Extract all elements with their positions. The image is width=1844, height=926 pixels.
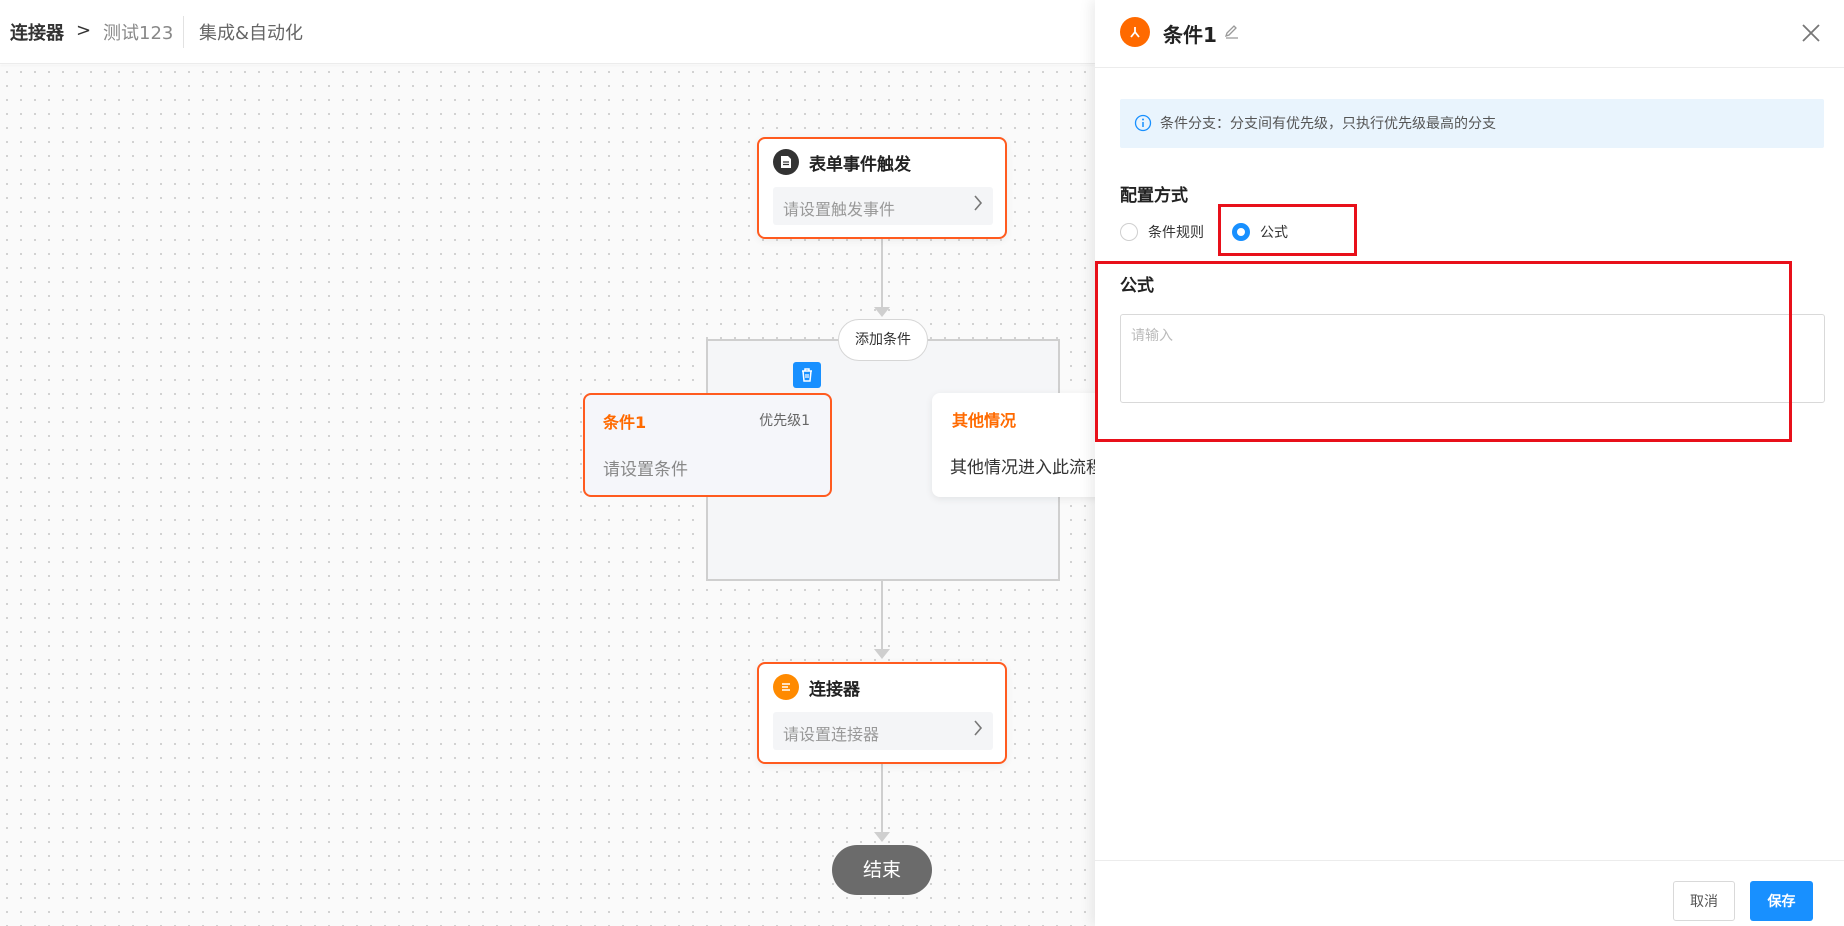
- flow-canvas[interactable]: 表单事件触发 请设置触发事件 添加条件 条件1 优先级1 请设置条件 其他情况 …: [0, 65, 1095, 926]
- info-text: 条件分支：分支间有优先级，只执行优先级最高的分支: [1160, 116, 1496, 132]
- branch-icon: [1120, 17, 1150, 47]
- branch-line: [706, 339, 708, 395]
- radio-condition-rule-label[interactable]: 条件规则: [1148, 222, 1204, 242]
- flow-line: [881, 764, 883, 834]
- other-case-desc: 其他情况进入此流程: [950, 458, 1095, 478]
- branch-line: [1058, 497, 1060, 581]
- branch-line: [926, 339, 1060, 341]
- condition-1-title: 条件1: [603, 413, 647, 432]
- panel-header: 条件1: [1095, 0, 1844, 68]
- connector-placeholder: 请设置连接器: [783, 725, 880, 744]
- close-icon[interactable]: [1798, 20, 1824, 46]
- trigger-node-title: 表单事件触发: [809, 154, 911, 175]
- radio-formula[interactable]: [1232, 223, 1250, 241]
- trigger-node[interactable]: 表单事件触发 请设置触发事件: [757, 137, 1007, 239]
- flow-arrow: [874, 307, 890, 317]
- info-icon: [1134, 114, 1152, 132]
- trigger-node-header: 表单事件触发: [773, 149, 911, 175]
- branch-line: [706, 497, 708, 581]
- connector-node[interactable]: 连接器 请设置连接器: [757, 662, 1007, 764]
- breadcrumb-root[interactable]: 连接器: [10, 19, 64, 45]
- other-case-card[interactable]: 其他情况 其他情况进入此流程: [932, 393, 1095, 497]
- breadcrumb-item-integration[interactable]: 集成&自动化: [199, 19, 303, 45]
- radio-condition-rule[interactable]: [1120, 223, 1138, 241]
- config-method-radio-group: 条件规则 公式: [1120, 222, 1316, 242]
- flow-line: [881, 239, 883, 309]
- connector-node-title: 连接器: [809, 679, 860, 700]
- connector-node-header: 连接器: [773, 674, 860, 700]
- formula-label: 公式: [1120, 276, 1154, 296]
- chevron-right-icon: [973, 719, 983, 742]
- breadcrumb-divider: [183, 16, 184, 48]
- breadcrumb-item-test[interactable]: 测试123: [103, 19, 173, 45]
- flow-arrow: [874, 832, 890, 842]
- top-bar: 连接器 > 测试123 集成&自动化: [0, 0, 1095, 64]
- breadcrumb-separator: >: [76, 20, 92, 41]
- trash-icon: [802, 368, 812, 382]
- delete-condition-button[interactable]: [793, 362, 821, 388]
- radio-formula-label[interactable]: 公式: [1260, 222, 1288, 242]
- branch-line: [706, 579, 1060, 581]
- chevron-right-icon: [973, 194, 983, 217]
- add-condition-button[interactable]: 添加条件: [838, 319, 928, 361]
- config-method-label: 配置方式: [1120, 186, 1188, 206]
- end-node: 结束: [832, 845, 932, 895]
- condition-settings-panel: 条件1 条件分支：分支间有优先级，只执行优先级最高的分支 配置方式 条件规则 公…: [1095, 0, 1844, 926]
- save-button[interactable]: 保存: [1750, 881, 1813, 921]
- cancel-button[interactable]: 取消: [1673, 881, 1735, 921]
- trigger-event-placeholder: 请设置触发事件: [783, 200, 896, 219]
- condition-1-card[interactable]: 条件1 优先级1 请设置条件: [583, 393, 832, 497]
- panel-title: 条件1: [1163, 23, 1217, 47]
- trigger-event-selector[interactable]: 请设置触发事件: [773, 187, 993, 225]
- document-icon: [773, 149, 799, 175]
- formula-input[interactable]: [1120, 314, 1825, 403]
- edit-icon[interactable]: [1223, 22, 1241, 40]
- other-case-title: 其他情况: [952, 411, 1017, 430]
- condition-1-desc: 请设置条件: [603, 460, 688, 480]
- branch-line: [1058, 339, 1060, 395]
- panel-footer: 取消 保存: [1095, 860, 1844, 926]
- flow-arrow: [874, 649, 890, 659]
- branch-line: [706, 339, 840, 341]
- condition-1-priority: 优先级1: [759, 413, 810, 429]
- info-banner: 条件分支：分支间有优先级，只执行优先级最高的分支: [1120, 99, 1824, 148]
- connector-icon: [773, 674, 799, 700]
- connector-selector[interactable]: 请设置连接器: [773, 712, 993, 750]
- flow-line: [881, 581, 883, 651]
